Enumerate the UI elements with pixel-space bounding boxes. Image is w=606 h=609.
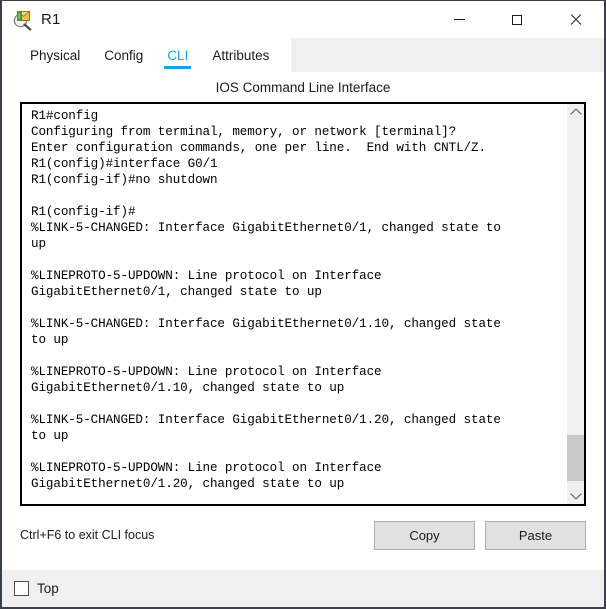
cli-panel: IOS Command Line Interface R1#config Con… bbox=[2, 72, 604, 570]
router-inspect-icon bbox=[12, 9, 34, 31]
panel-heading: IOS Command Line Interface bbox=[215, 80, 391, 95]
tab-physical-label: Physical bbox=[30, 47, 81, 63]
minimize-button[interactable] bbox=[430, 1, 488, 38]
maximize-icon bbox=[512, 14, 522, 25]
paste-button[interactable]: Paste bbox=[485, 520, 586, 550]
tab-config-label: Config bbox=[104, 47, 144, 63]
top-checkbox-label: Top bbox=[37, 581, 59, 596]
terminal-scrollbar[interactable] bbox=[566, 104, 584, 504]
device-config-window: R1 Physical Config CLI Attributes IOS Co… bbox=[0, 0, 606, 609]
close-icon bbox=[569, 13, 582, 26]
tab-strip: Physical Config CLI Attributes bbox=[2, 38, 604, 72]
action-row: Ctrl+F6 to exit CLI focus Copy Paste bbox=[20, 506, 586, 557]
copy-button[interactable]: Copy bbox=[374, 520, 475, 550]
tab-cli-label: CLI bbox=[167, 47, 189, 63]
window-footer: Top bbox=[2, 569, 604, 607]
scrollbar-thumb[interactable] bbox=[567, 435, 584, 481]
terminal-output[interactable]: R1#config Configuring from terminal, mem… bbox=[22, 104, 566, 504]
tab-attributes[interactable]: Attributes bbox=[200, 38, 281, 72]
title-bar: R1 bbox=[2, 1, 604, 38]
minimize-icon bbox=[453, 19, 465, 20]
tab-physical[interactable]: Physical bbox=[18, 38, 92, 72]
window-title: R1 bbox=[41, 11, 61, 28]
maximize-button[interactable] bbox=[488, 1, 546, 38]
tab-attributes-label: Attributes bbox=[212, 47, 270, 63]
tab-cli[interactable]: CLI bbox=[155, 38, 200, 72]
scroll-down-icon[interactable] bbox=[567, 487, 584, 504]
focus-hint: Ctrl+F6 to exit CLI focus bbox=[20, 528, 155, 542]
window-controls bbox=[430, 1, 604, 38]
scroll-up-icon[interactable] bbox=[567, 104, 584, 121]
button-group: Copy Paste bbox=[374, 520, 586, 550]
close-button[interactable] bbox=[546, 1, 604, 38]
tab-config[interactable]: Config bbox=[92, 38, 155, 72]
terminal-container: R1#config Configuring from terminal, mem… bbox=[20, 102, 586, 506]
tab-list: Physical Config CLI Attributes bbox=[2, 38, 292, 72]
top-checkbox[interactable] bbox=[14, 581, 29, 596]
